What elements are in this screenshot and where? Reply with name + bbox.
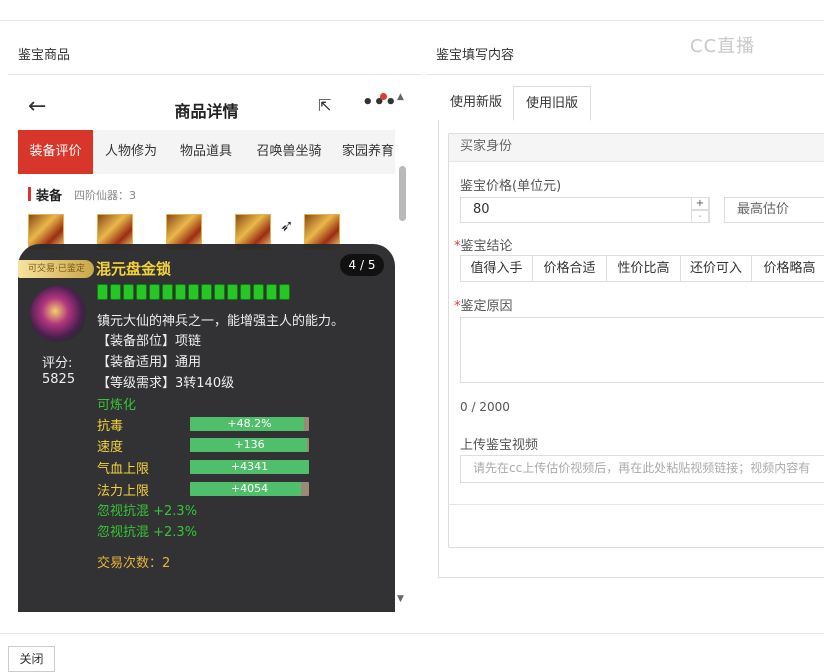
gem-slot [162,284,173,300]
gem-slot [201,284,212,300]
card-footer-divider [448,504,824,505]
phone-title: 商品详情 [174,102,239,121]
gem-slot [188,284,199,300]
gem-slot [149,284,160,300]
video-link-input[interactable]: 请先在cc上传估价视频后，再在此处粘贴视频链接；视频内容有 [460,455,824,483]
right-section-title: 鉴宝填写内容 [436,48,515,63]
equip-header: 装备 四阶仙器：3 [18,182,395,206]
stat-bar: +48.2% [190,417,309,431]
conclusion-option[interactable]: 性价比高 [606,255,681,282]
gem-slot [279,284,290,300]
gem-slot [97,284,108,300]
tab-character[interactable]: 人物修为 [96,130,166,174]
trade-count: 交易次数：2 [97,556,171,571]
scroll-down-icon[interactable]: ▼ [397,594,404,604]
stat-name: 速度 [97,440,124,455]
increment-icon[interactable]: + [691,197,709,210]
conclusion-option[interactable]: 值得入手 [460,255,533,282]
share-icon[interactable]: ⇱ [318,96,331,115]
stat-bar: +4054 [190,482,309,496]
gem-slot [227,284,238,300]
reason-label: *鉴定原因 [454,295,513,314]
phone-header: ← 商品详情 ⇱ ••• [18,86,395,130]
item-name: 混元盘金锁 [96,260,172,278]
item-description: 镇元大仙的神兵之一，能增强主人的能力。 [97,314,345,329]
card-title: 买家身份 [449,134,824,162]
price-input[interactable]: 80 [460,197,710,223]
price-label: 鉴宝价格(单位元) [460,179,562,194]
left-section-divider [8,74,422,75]
left-section-title: 鉴宝商品 [18,48,71,63]
form-version-tabs: 使用新版 使用旧版 [438,86,824,121]
equip-subtitle: 四阶仙器：3 [74,189,136,202]
special-attr: 忽视抗混 +2.3% [97,525,198,540]
gem-slots [97,284,290,300]
tab-items[interactable]: 物品道具 [170,130,242,174]
stat-name: 气血上限 [97,462,150,477]
stat-value: +48.2% [227,417,272,430]
score-value: 5825 [42,372,76,387]
stat-value: +136 [234,438,265,451]
tab-summons[interactable]: 召唤兽坐骑 [246,130,332,174]
tab-equipment-review[interactable]: 装备评价 [18,130,93,174]
gem-slot [266,284,277,300]
preview-scrollbar[interactable]: ▲ ▼ [397,88,409,608]
refine-status: 可炼化 [97,398,137,413]
necklace-icon [30,286,86,342]
decrement-icon[interactable]: - [691,210,709,223]
item-attr-slot: 【装备部位】项链 [97,334,202,349]
tab-new-version[interactable]: 使用新版 [438,86,514,121]
gem-slot [253,284,264,300]
equip-accent-bar [28,187,31,201]
tab-old-version[interactable]: 使用旧版 [513,86,592,121]
conclusion-option[interactable]: 价格合适 [532,255,607,282]
stat-name: 法力上限 [97,484,150,499]
special-attr: 忽视抗混 +2.3% [97,504,198,519]
conclusion-label: *鉴宝结论 [454,235,513,254]
reason-textarea[interactable] [460,317,824,383]
stat-value: +4054 [230,482,269,495]
gem-slot [110,284,121,300]
product-preview: ← 商品详情 ⇱ ••• 装备评价 人物修为 物品道具 召唤兽坐骑 家园养育 装… [18,86,395,612]
conclusion-option[interactable]: 价格略高 [751,255,824,282]
item-attr-level: 【等级需求】3转140级 [97,376,235,391]
stat-bar: +4341 [190,460,309,474]
gem-slot [136,284,147,300]
stat-name: 抗毒 [97,419,124,434]
conclusion-label-text: 鉴宝结论 [460,239,513,254]
score-label: 评分: [42,356,73,371]
stat-bar: +136 [190,438,309,452]
notification-dot [380,93,387,100]
top-divider [0,20,824,21]
phone-tabs: 装备评价 人物修为 物品道具 召唤兽坐骑 家园养育 [18,130,395,174]
more-icon[interactable]: ••• [362,92,395,113]
video-label: 上传鉴宝视频 [460,438,539,453]
item-attr-usage: 【装备适用】通用 [97,355,202,370]
item-pager: 4 / 5 [340,254,384,276]
gem-slot [240,284,251,300]
estimate-select[interactable]: 最高估价 [724,197,824,223]
tab-home[interactable]: 家园养育 [336,130,395,174]
scroll-thumb[interactable] [399,166,406,221]
gem-slot [214,284,225,300]
reason-counter: 0 / 2000 [460,400,510,414]
conclusion-option[interactable]: 还价可入 [680,255,752,282]
right-section-divider [426,74,824,75]
bottom-divider [0,633,824,634]
scroll-up-icon[interactable]: ▲ [397,92,404,102]
gem-slot [123,284,134,300]
stat-value: +4341 [230,460,269,473]
reason-label-text: 鉴定原因 [460,299,513,314]
equip-label: 装备 [36,189,63,204]
watermark: CC直播 [690,36,756,57]
item-badge: 可交易·已鉴定 [18,260,94,278]
item-detail-popup: 可交易·已鉴定 混元盘金锁 4 / 5 镇元大仙的神兵之一，能增强主人的能力。 … [18,244,395,612]
gem-slot [175,284,186,300]
mouse-cursor-icon: ➶ [280,216,294,235]
close-button[interactable]: 关闭 [8,646,55,672]
